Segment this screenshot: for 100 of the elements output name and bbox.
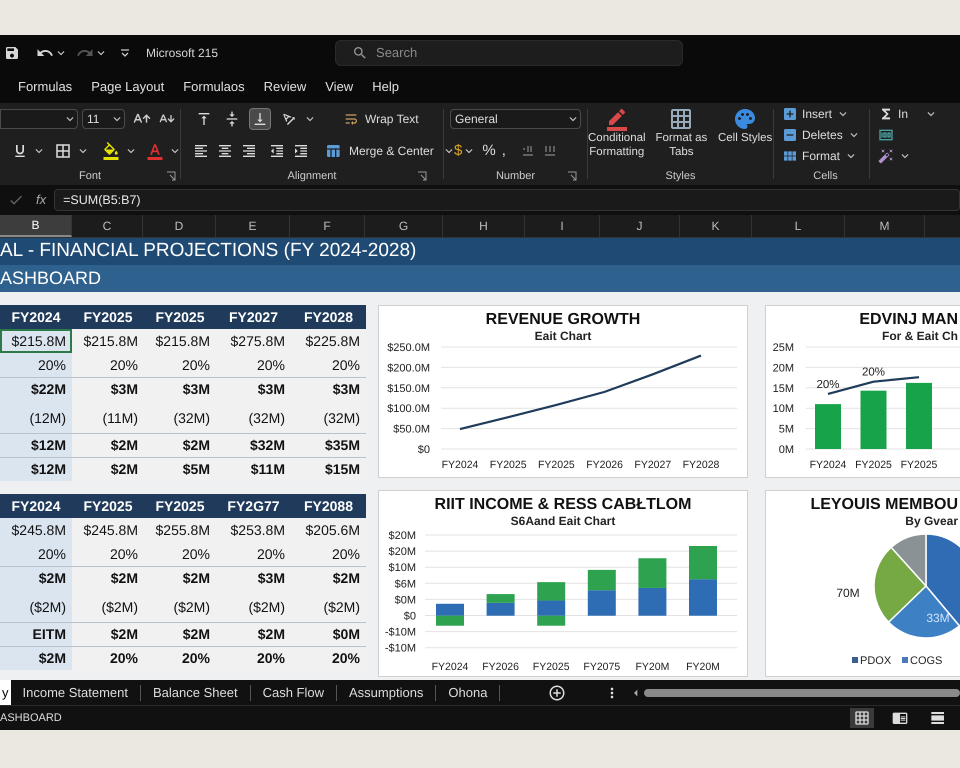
axis-label: FY2025 bbox=[855, 459, 892, 471]
column-header[interactable]: H bbox=[443, 215, 525, 237]
wrap-text-button[interactable]: Wrap Text bbox=[365, 110, 419, 128]
number-format-dropdown[interactable]: General bbox=[450, 109, 581, 129]
data-label: 20% bbox=[862, 366, 886, 379]
chart-subtitle: For & Eait Ch bbox=[882, 329, 958, 343]
conditional-format-icon[interactable] bbox=[604, 107, 629, 131]
sheet-tab[interactable]: Balance Sheet bbox=[141, 680, 250, 705]
group-label: Styles bbox=[666, 168, 696, 184]
column-header[interactable]: J bbox=[600, 215, 680, 237]
search-bar[interactable]: Search bbox=[335, 40, 684, 66]
increase-indent-icon[interactable] bbox=[293, 143, 309, 159]
column-header[interactable]: G bbox=[365, 215, 443, 237]
table-grid-icon[interactable] bbox=[669, 107, 694, 131]
column-header[interactable]: F bbox=[290, 215, 365, 237]
merge-center-button[interactable]: Merge & Center bbox=[349, 142, 434, 160]
axis-label: 15M bbox=[772, 382, 794, 395]
axis-label: FY2025 bbox=[490, 459, 527, 471]
styles-button[interactable]: Format as Tabs bbox=[654, 107, 710, 159]
menu-tab[interactable]: Formulaos bbox=[183, 76, 245, 96]
styles-button[interactable]: Conditional Formatting bbox=[588, 107, 646, 159]
axis-label: FY2075 bbox=[583, 661, 620, 673]
cells-button[interactable]: Format bbox=[802, 147, 840, 165]
styles-button[interactable]: Cell Styles bbox=[717, 107, 773, 145]
table-cell[interactable]: EITM bbox=[0, 622, 72, 646]
column-header[interactable]: M bbox=[845, 215, 925, 237]
axis-label: FY2025 bbox=[538, 459, 575, 471]
align-left-icon[interactable] bbox=[193, 143, 209, 159]
formula-field[interactable]: =SUM(B5:B7) bbox=[54, 189, 960, 211]
status-text: ASHBOARD bbox=[0, 710, 62, 726]
sheet-tab[interactable]: Cash Flow bbox=[250, 680, 336, 705]
search-field[interactable]: Search bbox=[376, 42, 656, 62]
font-size-dropdown[interactable]: 11 bbox=[82, 109, 125, 129]
column-header[interactable]: K bbox=[680, 215, 752, 237]
font-color-icon[interactable] bbox=[146, 142, 164, 160]
sheet-tab[interactable]: y bbox=[0, 680, 10, 705]
axis-label: $0M bbox=[394, 594, 416, 606]
column-header[interactable]: I bbox=[525, 215, 600, 237]
clear-icon[interactable] bbox=[878, 148, 894, 164]
table-cell[interactable]: (12M) bbox=[0, 401, 72, 433]
axis-label: $10M bbox=[388, 562, 416, 574]
decrease-indent-icon[interactable] bbox=[269, 143, 285, 159]
fill-color-icon[interactable] bbox=[102, 142, 120, 160]
axis-label: $50.0M bbox=[393, 424, 430, 436]
align-center-icon[interactable] bbox=[217, 143, 233, 159]
table-cell[interactable]: $215.8M bbox=[0, 329, 72, 353]
table-cell[interactable]: $12M bbox=[0, 457, 72, 481]
dialog-launcher-icon[interactable] bbox=[166, 171, 176, 181]
axis-label: $100.0M bbox=[387, 403, 430, 416]
orientation-icon[interactable] bbox=[281, 111, 297, 127]
table-cell[interactable]: $22M bbox=[0, 377, 72, 401]
menu-tab[interactable]: Formulas bbox=[18, 76, 72, 96]
normal-view-icon[interactable] bbox=[850, 708, 874, 728]
autosum-button[interactable]: In bbox=[898, 105, 908, 123]
table-cell[interactable]: 20% bbox=[0, 542, 72, 566]
insert-function-button[interactable]: fx bbox=[36, 190, 46, 210]
column-header[interactable]: E bbox=[216, 215, 290, 237]
dialog-launcher-icon[interactable] bbox=[417, 171, 427, 181]
menu-tab[interactable]: Review bbox=[264, 76, 306, 96]
borders-icon[interactable] bbox=[54, 142, 72, 160]
column-header[interactable]: C bbox=[72, 215, 143, 237]
axis-label: FY2025 bbox=[900, 459, 938, 471]
save-icon[interactable] bbox=[4, 44, 20, 60]
sheet-tab[interactable]: Assumptions bbox=[337, 680, 436, 705]
cells-button[interactable]: Insert bbox=[802, 105, 832, 123]
dialog-launcher-icon[interactable] bbox=[567, 171, 577, 181]
column-header[interactable]: D bbox=[143, 215, 216, 237]
table-header-cell-text: FY2025 bbox=[82, 308, 134, 326]
number-format-button[interactable]: $ bbox=[454, 140, 476, 162]
search-icon bbox=[352, 44, 368, 60]
number-format-button[interactable]: % bbox=[482, 140, 496, 162]
customize-toolbar-icon[interactable] bbox=[120, 48, 130, 58]
bottom-align-icon[interactable] bbox=[249, 108, 271, 130]
sheet-tab[interactable]: Income Statement bbox=[10, 680, 140, 705]
menu-tab[interactable]: View bbox=[325, 76, 354, 96]
menu-tab[interactable]: Help bbox=[372, 76, 399, 96]
axis-label: FY2024 bbox=[810, 459, 846, 471]
table-cell[interactable]: 20% bbox=[0, 353, 72, 377]
number-format-button[interactable]: , bbox=[502, 140, 506, 162]
column-header[interactable]: B bbox=[0, 215, 72, 237]
table-cell[interactable]: $2M bbox=[0, 566, 72, 590]
table-header-cell-text: FY2028 bbox=[302, 308, 354, 326]
table-header-cell-text: FY2025 bbox=[154, 496, 206, 516]
table-cell[interactable]: ($2M) bbox=[0, 590, 72, 622]
add-sheet-icon[interactable] bbox=[548, 684, 566, 702]
chart-subtitle: By Gvear bbox=[905, 514, 958, 528]
sheet-tab[interactable]: Ohona bbox=[436, 680, 500, 705]
axis-label: $0 bbox=[404, 610, 416, 622]
column-header[interactable]: L bbox=[752, 215, 845, 237]
align-right-icon[interactable] bbox=[241, 143, 257, 159]
merge-cells-icon[interactable] bbox=[325, 143, 341, 159]
menu-tab[interactable]: Page Layout bbox=[91, 76, 164, 96]
table-cell[interactable]: $2M bbox=[0, 646, 72, 670]
axis-label: FY2025 bbox=[532, 661, 570, 673]
cells-button[interactable]: Deletes bbox=[802, 126, 843, 144]
table-cell[interactable]: $12M bbox=[0, 433, 72, 457]
horizontal-scrollbar[interactable] bbox=[644, 688, 960, 696]
data-label: 70M bbox=[836, 586, 860, 600]
palette-icon[interactable] bbox=[733, 107, 758, 131]
table-cell[interactable]: $245.8M bbox=[0, 518, 72, 542]
